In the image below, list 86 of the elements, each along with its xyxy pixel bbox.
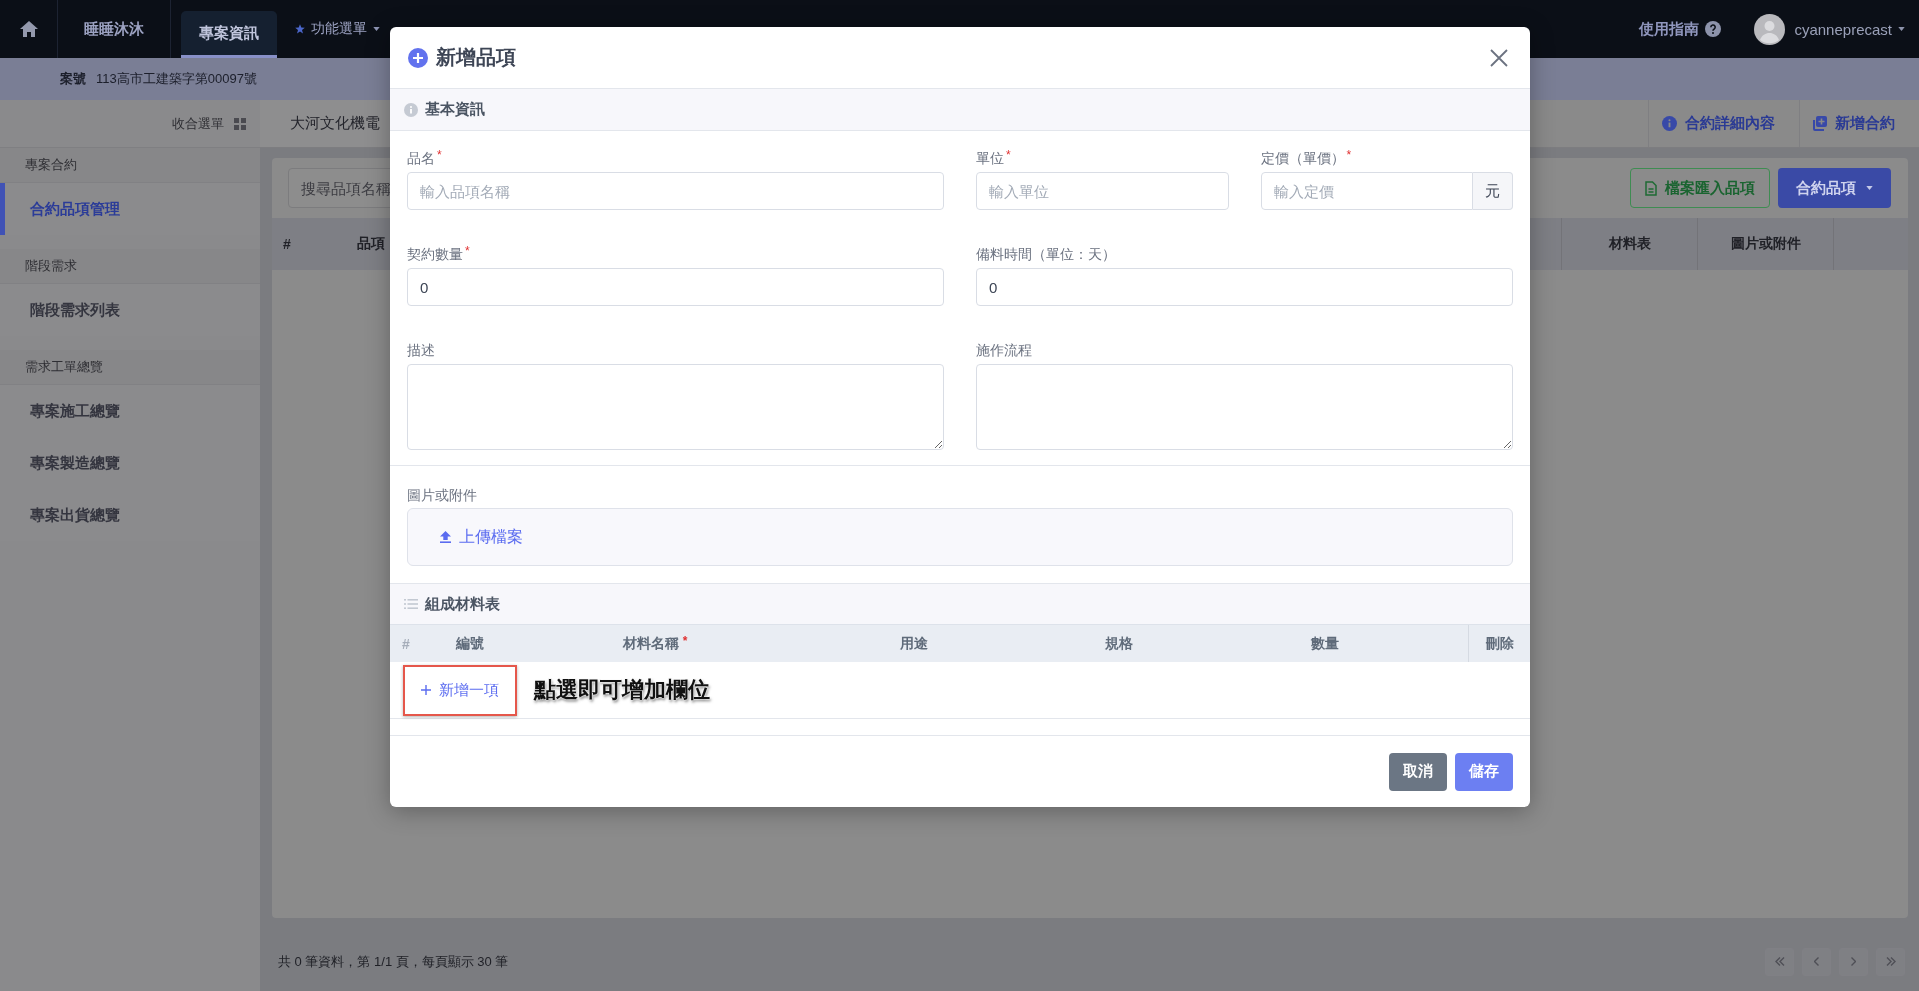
nav-menu[interactable]: 功能選單 — [281, 0, 390, 58]
column-header: 品項 — [357, 235, 385, 253]
close-icon — [1490, 48, 1508, 67]
pagination-summary: 共 0 筆資料，第 1/1 頁，每頁顯示 30 筆 — [278, 952, 509, 971]
column-header: # — [283, 236, 291, 252]
plus-circle-icon — [408, 47, 428, 68]
column-header: 刪除 — [1485, 634, 1514, 653]
field-label: 備料時間（單位：天） — [976, 245, 1116, 263]
text-field[interactable]: 0 — [407, 268, 944, 306]
annotation-text: 點選即可增加欄位 — [534, 676, 710, 704]
user-guide-link[interactable]: 使用指南 — [1639, 19, 1700, 39]
star-icon — [295, 24, 305, 34]
cancel-button[interactable]: 取消 — [1389, 752, 1447, 791]
nav-tab[interactable]: 專案資訊 — [181, 11, 277, 58]
section-title: 組成材料表 — [425, 594, 500, 614]
double-chevron-right-icon — [1885, 957, 1896, 966]
sidebar-group-title: 專案合約 — [25, 157, 77, 172]
help-icon[interactable] — [1705, 21, 1722, 37]
sidebar-item[interactable]: 合約品項管理 — [0, 183, 260, 235]
upload-file-link[interactable]: 上傳檔案 — [440, 526, 523, 548]
text-area-field[interactable] — [407, 364, 944, 450]
sidebar-group-title: 需求工單總覽 — [25, 359, 103, 374]
file-icon — [1645, 180, 1657, 196]
copy-plus-icon — [1813, 116, 1827, 131]
column-header: 規格 — [1105, 634, 1133, 653]
sidebar-item[interactable]: 專案製造總覽 — [0, 437, 260, 489]
first-page-button[interactable] — [1765, 947, 1794, 976]
sidebar-group-title: 階段需求 — [25, 258, 77, 273]
collapse-menu-button[interactable]: 收合選單 — [172, 114, 246, 133]
avatar-icon[interactable] — [1754, 13, 1786, 45]
info-icon — [1662, 116, 1677, 131]
double-chevron-left-icon — [1774, 957, 1785, 966]
dialog-title: 新增品項 — [436, 45, 516, 70]
required-mark: * — [1346, 149, 1352, 161]
upload-icon — [440, 531, 451, 543]
column-header: 數量 — [1311, 634, 1339, 653]
close-button[interactable] — [1488, 46, 1510, 69]
case-number-label: 案號 — [60, 70, 86, 88]
text-field[interactable]: 0 — [976, 268, 1513, 306]
field-label: 施作流程 — [976, 341, 1032, 359]
field-label: 圖片或附件 — [407, 486, 477, 504]
text-field[interactable]: 輸入品項名稱 — [407, 172, 944, 210]
column-header: # — [402, 635, 410, 652]
text-field[interactable]: 輸入定價 — [1260, 172, 1473, 210]
home-icon — [18, 20, 39, 38]
column-header: 材料名稱 — [622, 634, 679, 653]
last-page-button[interactable] — [1876, 947, 1905, 976]
section-title: 基本資訊 — [425, 100, 485, 119]
sidebar-item[interactable]: 專案施工總覽 — [0, 385, 260, 437]
previous-page-button[interactable] — [1802, 947, 1831, 976]
field-label: 描述 — [407, 341, 435, 359]
currency-suffix: 元 — [1473, 172, 1513, 210]
case-number-value: 113高市工建築字第00097號 — [96, 70, 257, 88]
column-header: 用途 — [900, 634, 928, 653]
contract-action-link[interactable]: 合約詳細內容 — [1648, 100, 1799, 147]
plus-icon — [421, 685, 431, 695]
column-header: 圖片或附件 — [1730, 235, 1801, 253]
chevron-left-icon — [1814, 957, 1819, 966]
chevron-right-icon — [1851, 957, 1856, 966]
text-field[interactable]: 輸入單位 — [976, 172, 1229, 210]
required-mark: * — [682, 634, 688, 647]
add-row-button[interactable]: 新增一項 — [421, 680, 499, 700]
info-icon — [404, 102, 418, 117]
required-mark: * — [437, 149, 442, 161]
grid-icon — [234, 117, 246, 130]
list-icon — [404, 599, 418, 609]
caret-icon — [1898, 27, 1905, 31]
required-mark: * — [1006, 149, 1011, 161]
required-mark: * — [465, 245, 470, 257]
sidebar-item[interactable]: 階段需求列表 — [0, 284, 260, 336]
text-area-field[interactable] — [976, 364, 1513, 450]
field-label: 定價（單價） — [1260, 149, 1345, 167]
field-label: 品名 — [407, 149, 435, 167]
save-button[interactable]: 儲存 — [1455, 752, 1513, 791]
column-header: 編號 — [456, 634, 484, 653]
contract-items-dropdown[interactable]: 合約品項 — [1778, 168, 1891, 208]
upload-drop-area[interactable]: 上傳檔案 — [407, 508, 1513, 566]
field-label: 單位 — [976, 149, 1004, 167]
caret-icon — [373, 27, 380, 31]
username-menu[interactable]: cyanneprecast — [1794, 20, 1892, 38]
column-header: 材料表 — [1608, 235, 1651, 253]
next-page-button[interactable] — [1839, 947, 1868, 976]
field-label: 契約數量 — [407, 245, 463, 263]
contract-action-link[interactable]: 新增合約 — [1799, 100, 1919, 147]
caret-icon — [1866, 186, 1873, 190]
sidebar-item[interactable]: 專案出貨總覽 — [0, 489, 260, 541]
